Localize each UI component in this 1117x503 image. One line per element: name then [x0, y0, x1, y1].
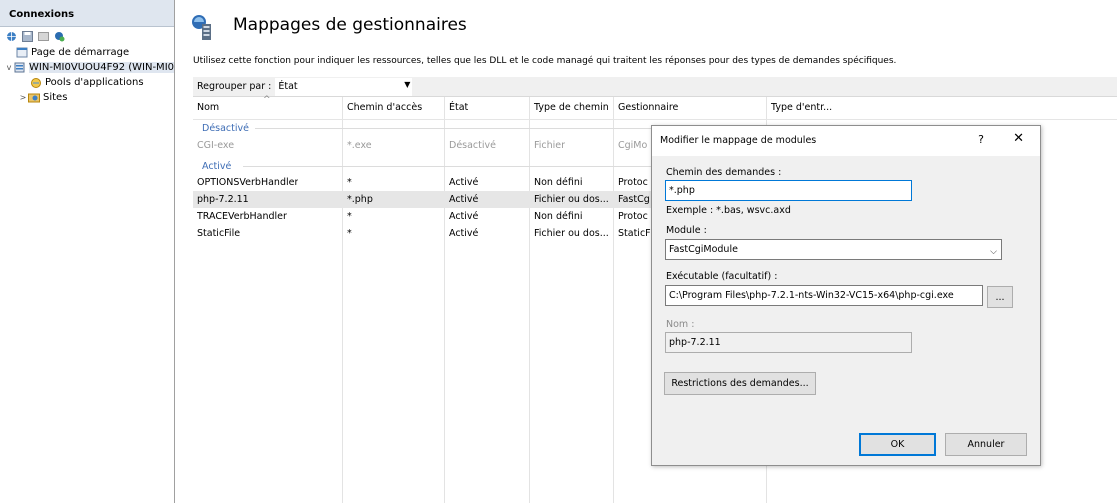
cell-state: Désactivé [449, 140, 496, 151]
connections-toolbar [0, 27, 174, 45]
column-header-path[interactable]: Chemin d'accès [343, 97, 422, 119]
request-restrictions-button[interactable]: Restrictions des demandes... [664, 372, 816, 395]
cell-path-type: Fichier ou dos... [534, 228, 609, 239]
name-input[interactable]: php-7.2.11 [665, 332, 912, 353]
dialog-titlebar: Modifier le mappage de modules ? ✕ [652, 126, 1040, 156]
cell-path: * [347, 211, 352, 222]
connect-server-icon[interactable] [54, 31, 65, 42]
tree-label: Page de démarrage [31, 47, 130, 58]
connections-header: Connexions [0, 0, 174, 27]
up-icon[interactable] [38, 31, 49, 42]
column-header-entry-type[interactable]: Type d'entr... [767, 97, 832, 119]
module-select[interactable]: FastCgiModule ⌵ [665, 239, 1002, 260]
tree-label: Sites [43, 92, 68, 103]
expand-chevron-icon[interactable]: > [18, 93, 28, 102]
cell-path: * [347, 228, 352, 239]
cell-name: OPTIONSVerbHandler [197, 177, 299, 188]
group-by-value: État [278, 81, 298, 92]
executable-label: Exécutable (facultatif) : [666, 271, 778, 282]
request-path-example: Exemple : *.bas, wsvc.axd [666, 205, 791, 216]
server-icon [14, 62, 26, 73]
tree-label: Pools d'applications [45, 77, 144, 88]
cell-state: Activé [449, 211, 479, 222]
header-divider [193, 119, 1117, 120]
module-label: Module : [666, 225, 707, 236]
connections-tree: Page de démarrage v WIN-MI0VUOU4F92 (WIN… [0, 45, 174, 105]
app-pools-icon [30, 77, 42, 88]
tree-item-server[interactable]: v WIN-MI0VUOU4F92 (WIN-MI0 [4, 60, 174, 75]
cell-name: TRACEVerbHandler [197, 211, 287, 222]
connect-globe-icon[interactable] [6, 31, 17, 42]
ok-button[interactable]: OK [859, 433, 936, 456]
cell-path-type: Non défini [534, 177, 583, 188]
group-by-bar: Regrouper par : État ▼ [193, 77, 1117, 97]
edit-module-mapping-dialog: Modifier le mappage de modules ? ✕ Chemi… [651, 125, 1041, 466]
sort-caret-icon: ^ [263, 95, 271, 105]
column-divider [444, 97, 445, 503]
request-path-label: Chemin des demandes : [666, 167, 782, 178]
column-header-name[interactable]: Nom ^ [193, 95, 342, 119]
column-header-handler[interactable]: Gestionnaire [614, 97, 678, 119]
page-title: Mappages de gestionnaires [233, 15, 467, 35]
module-value: FastCgiModule [669, 244, 738, 255]
name-label: Nom : [666, 319, 695, 330]
cell-state: Activé [449, 177, 479, 188]
chevron-down-icon: ⌵ [990, 247, 997, 257]
column-header-path-type[interactable]: Type de chemin [530, 97, 609, 119]
cell-path: *.php [347, 194, 373, 205]
tree-label: WIN-MI0VUOU4F92 (WIN-MI0 [29, 62, 174, 73]
column-divider [613, 97, 614, 503]
close-icon[interactable]: ✕ [1013, 131, 1024, 146]
cell-state: Activé [449, 194, 479, 205]
group-label: Activé [202, 160, 232, 172]
group-label: Désactivé [202, 122, 249, 134]
executable-input[interactable]: C:\Program Files\php-7.2.1-nts-Win32-VC1… [665, 285, 983, 306]
dialog-title: Modifier le mappage de modules [660, 135, 817, 146]
cell-name: php-7.2.11 [197, 194, 249, 205]
connections-panel: Connexions Page de démarrage v WIN-MI0VU… [0, 0, 175, 503]
cell-path-type: Fichier ou dos... [534, 194, 609, 205]
column-divider [529, 97, 530, 503]
expand-chevron-icon[interactable]: v [4, 63, 14, 72]
tree-item-sites[interactable]: > Sites [4, 90, 174, 105]
cell-state: Activé [449, 228, 479, 239]
cell-path: *.exe [347, 140, 372, 151]
cell-name: CGI-exe [197, 140, 235, 151]
dropdown-arrow-icon: ▼ [404, 79, 411, 89]
start-page-icon [16, 47, 28, 58]
cell-path: * [347, 177, 352, 188]
browse-button[interactable]: ... [987, 286, 1013, 308]
save-icon[interactable] [22, 31, 33, 42]
cell-path-type: Non défini [534, 211, 583, 222]
group-by-select[interactable]: État ▼ [275, 77, 413, 96]
cancel-button[interactable]: Annuler [945, 433, 1027, 456]
page-description: Utilisez cette fonction pour indiquer le… [193, 56, 897, 66]
tree-item-app-pools[interactable]: Pools d'applications [4, 75, 174, 90]
handler-mappings-icon [190, 14, 216, 42]
request-path-input[interactable]: *.php [665, 180, 912, 201]
tree-item-start-page[interactable]: Page de démarrage [4, 45, 174, 60]
help-icon[interactable]: ? [978, 133, 984, 146]
column-divider [342, 97, 343, 503]
cell-path-type: Fichier [534, 140, 566, 151]
column-header-state[interactable]: État [445, 97, 468, 119]
column-header-label: Nom [197, 102, 220, 113]
sites-folder-icon [28, 92, 40, 103]
cell-name: StaticFile [197, 228, 241, 239]
group-by-label: Regrouper par : [197, 81, 272, 92]
